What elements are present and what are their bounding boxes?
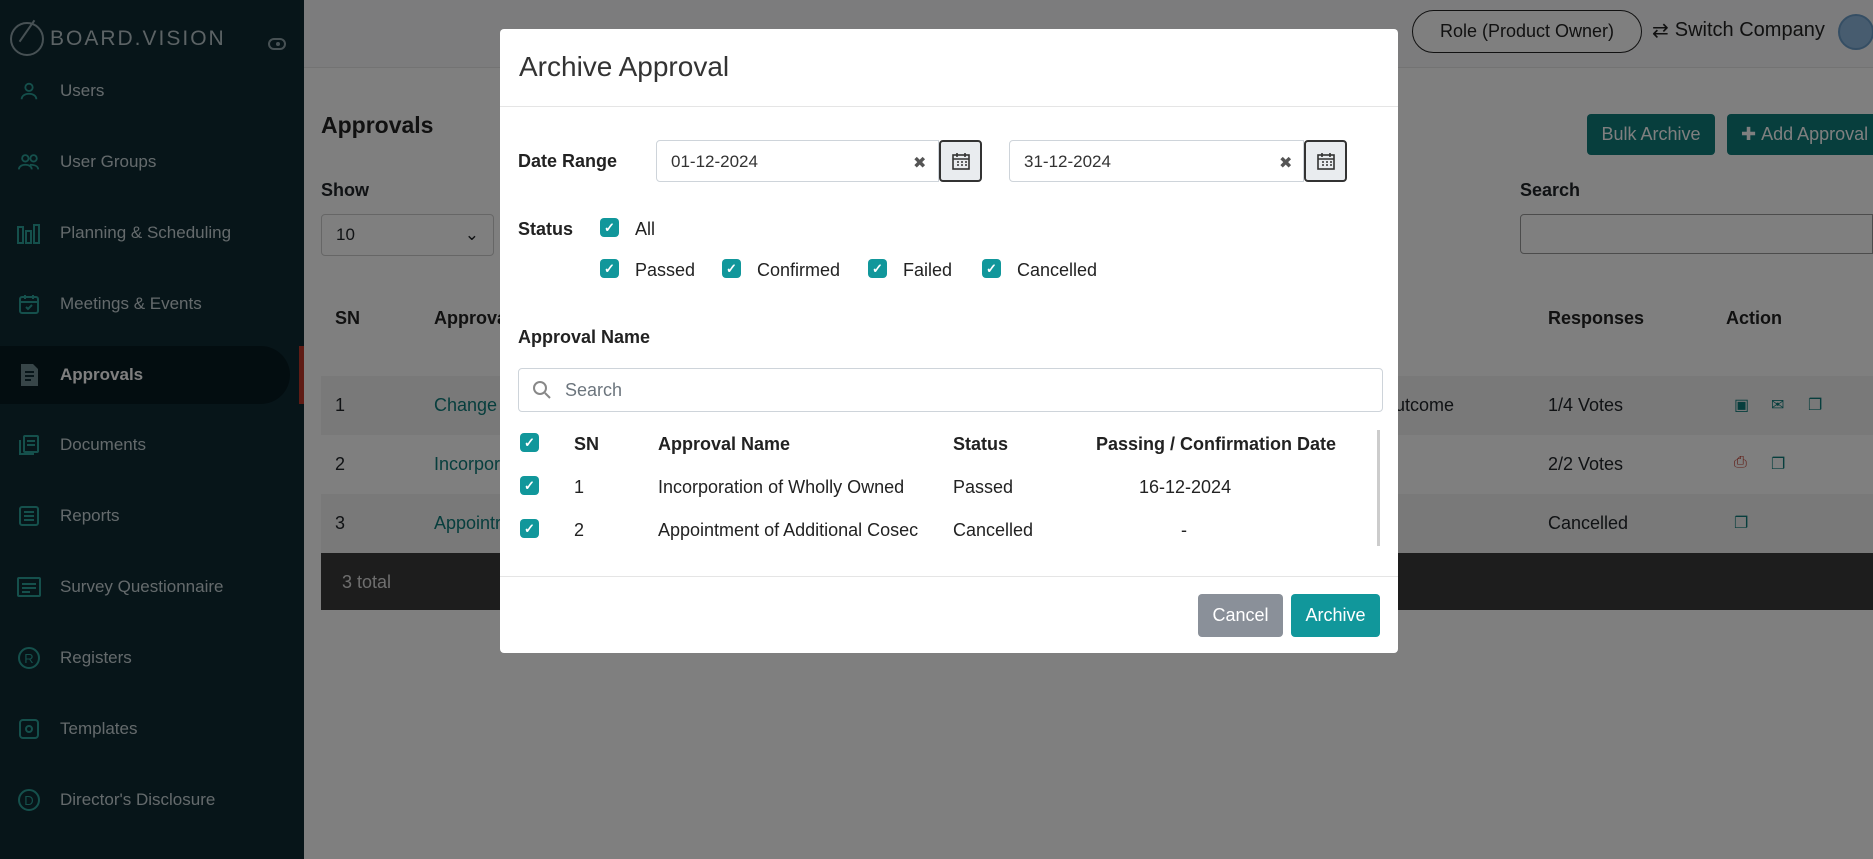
calendar-icon	[1316, 153, 1335, 170]
search-icon	[533, 381, 551, 399]
clear-date-to-icon[interactable]: ✖	[1279, 153, 1292, 173]
row-approval-name: Appointment of Additional Cosec	[658, 520, 919, 540]
calendar-icon	[951, 153, 970, 170]
status-failed-checkbox[interactable]: ✓	[868, 259, 887, 278]
status-all-label: All	[635, 219, 656, 239]
status-failed-label: Failed	[903, 260, 953, 280]
status-cancelled-checkbox[interactable]: ✓	[982, 259, 1001, 278]
status-passed-checkbox[interactable]: ✓	[600, 259, 619, 278]
row-date: -	[1181, 520, 1187, 540]
status-all-checkbox[interactable]: ✓	[600, 218, 619, 237]
divider	[500, 106, 1398, 107]
status-passed-label: Passed	[635, 260, 696, 280]
row-checkbox[interactable]: ✓	[520, 519, 539, 538]
row-sn: 1	[574, 477, 585, 497]
column-header-approval-name: Approval Name	[658, 434, 791, 454]
cancel-button[interactable]: Cancel	[1198, 594, 1283, 637]
select-all-checkbox[interactable]: ✓	[520, 433, 539, 452]
row-sn: 2	[574, 520, 585, 540]
approval-search-field[interactable]	[518, 368, 1383, 412]
modal-title: Archive Approval	[519, 51, 730, 82]
row-date: 16-12-2024	[1139, 477, 1232, 497]
column-header-sn: SN	[574, 434, 600, 454]
divider	[500, 576, 1398, 577]
row-checkbox[interactable]: ✓	[520, 476, 539, 495]
status-label: Status	[518, 219, 574, 239]
date-from-field[interactable]: 01-12-2024	[656, 140, 939, 182]
date-from-calendar-button[interactable]	[939, 140, 982, 182]
column-header-date: Passing / Confirmation Date	[1096, 434, 1337, 454]
clear-date-from-icon[interactable]: ✖	[913, 153, 926, 173]
status-confirmed-checkbox[interactable]: ✓	[722, 259, 741, 278]
date-range-label: Date Range	[518, 151, 618, 171]
row-status: Passed	[953, 477, 1014, 497]
archive-approval-modal: Archive Approval Date Range 01-12-2024 ✖…	[500, 29, 1398, 653]
status-cancelled-label: Cancelled	[1017, 260, 1098, 280]
row-approval-name: Incorporation of Wholly Owned	[658, 477, 905, 497]
status-confirmed-label: Confirmed	[757, 260, 841, 280]
approval-search-input[interactable]	[565, 377, 1365, 403]
column-header-status: Status	[953, 434, 1009, 454]
date-from-value: 01-12-2024	[671, 152, 758, 171]
date-to-field[interactable]: 31-12-2024	[1009, 140, 1304, 182]
date-to-calendar-button[interactable]	[1304, 140, 1347, 182]
archive-button[interactable]: Archive	[1291, 594, 1380, 637]
approval-name-label: Approval Name	[518, 327, 651, 347]
scrollbar[interactable]	[1377, 430, 1380, 546]
date-to-value: 31-12-2024	[1024, 152, 1111, 171]
row-status: Cancelled	[953, 520, 1034, 540]
